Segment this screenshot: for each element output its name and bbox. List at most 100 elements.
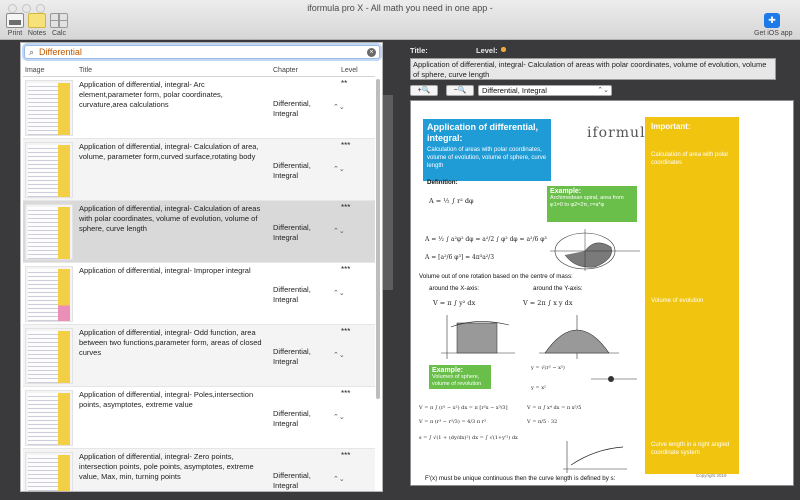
printer-icon bbox=[6, 13, 24, 28]
notes-button[interactable]: Notes bbox=[25, 13, 49, 37]
level-label: Level: bbox=[476, 46, 498, 55]
get-ios-app-label: Get iOS app bbox=[754, 30, 793, 37]
svg-text:V = π (r³ − r³/3) = 4/3 π r³: V = π (r³ − r³/3) = 4/3 π r³ bbox=[419, 418, 486, 425]
row-chapter: Differential, Integral bbox=[273, 161, 311, 180]
list-scrollbar[interactable] bbox=[376, 79, 380, 399]
volume-y-formula: V = 2π ∫ x y dx bbox=[523, 299, 573, 307]
svg-text:A = ½ ∫ a²φ² dφ = a²/2 ∫ φ² dφ: A = ½ ∫ a²φ² dφ = a²/2 ∫ φ² dφ = a²/6 φ³ bbox=[425, 236, 547, 243]
table-row[interactable]: Application of differential, integral- C… bbox=[23, 139, 375, 201]
chevron-updown-icon[interactable]: ⌃⌄ bbox=[333, 289, 345, 297]
formula-thumbnail bbox=[25, 452, 73, 491]
document-subheading: Calculation of areas with polar coordina… bbox=[427, 147, 547, 169]
around-x-label: around the X-axis: bbox=[429, 285, 480, 292]
row-level: *** bbox=[341, 327, 351, 336]
example-title: Example: bbox=[550, 188, 582, 195]
chapter-select[interactable]: Differential, Integral ⌃⌄ bbox=[478, 85, 612, 96]
row-title: Application of differential, integral- C… bbox=[79, 204, 261, 233]
column-header-chapter[interactable]: Chapter bbox=[273, 67, 298, 74]
chevron-updown-icon[interactable]: ⌃⌄ bbox=[333, 475, 345, 483]
svg-text:s = ∫ √(1 + (dy/dx)²) dx = ∫ √: s = ∫ √(1 + (dy/dx)²) dx = ∫ √(1+y'²) dx bbox=[419, 434, 518, 441]
row-level: *** bbox=[341, 203, 351, 212]
row-title: Application of differential, integral- I… bbox=[79, 266, 251, 275]
table-row[interactable]: Application of differential, integral- Z… bbox=[23, 449, 375, 491]
row-title: Application of differential, integral- A… bbox=[79, 80, 223, 109]
search-field[interactable]: ⌕ × bbox=[24, 45, 380, 59]
row-chapter: Differential, Integral bbox=[273, 223, 311, 242]
zoom-out-button[interactable]: −🔍 bbox=[446, 85, 474, 96]
document-heading: Application of differential, integral: bbox=[427, 122, 539, 143]
column-header-level[interactable]: Level bbox=[341, 67, 358, 74]
important-column: Important: Calculation of area with pola… bbox=[645, 117, 739, 474]
svg-text:y = x²: y = x² bbox=[531, 385, 546, 391]
volume-x-formula: V = π ∫ y² dx bbox=[433, 299, 476, 307]
calc-label: Calc bbox=[51, 30, 66, 37]
detail-title: Application of differential, integral- C… bbox=[410, 58, 776, 80]
important-item: Curve length in a right angled coordinat… bbox=[651, 442, 730, 456]
curve-length-graph bbox=[563, 441, 627, 473]
chevron-updown-icon[interactable]: ⌃⌄ bbox=[333, 413, 345, 421]
svg-text:y = √(r² − x²): y = √(r² − x²) bbox=[531, 364, 565, 371]
chevron-updown-icon[interactable]: ⌃⌄ bbox=[333, 103, 345, 111]
formula-thumbnail bbox=[25, 266, 73, 322]
example-text: Archimedean spiral, area from φ1=0 to φ2… bbox=[550, 195, 624, 208]
document-heading-box: Application of differential, integral: C… bbox=[423, 119, 551, 181]
formula-thumbnail bbox=[25, 328, 73, 384]
search-icon: ⌕ bbox=[29, 47, 35, 57]
table-row[interactable]: Application of differential, integral- P… bbox=[23, 387, 375, 449]
zoom-in-label: + bbox=[417, 87, 422, 94]
toolbar: iformula pro X - All math you need in on… bbox=[0, 0, 800, 40]
formula-thumbnail bbox=[25, 142, 73, 198]
clear-search-icon[interactable]: × bbox=[367, 48, 376, 57]
chevron-updown-icon[interactable]: ⌃⌄ bbox=[333, 351, 345, 359]
background-window bbox=[383, 95, 393, 290]
important-item: Calculation of area with polar coordinat… bbox=[651, 152, 729, 166]
svg-text:V = π ∫ (r² − x²) dx = π [r²x: V = π ∫ (r² − x²) dx = π [r²x − x³/3] bbox=[419, 404, 508, 411]
row-title: Application of differential, integral- P… bbox=[79, 390, 254, 409]
row-level: *** bbox=[341, 265, 351, 274]
print-button[interactable]: Print bbox=[3, 13, 27, 37]
row-title: Application of differential, integral- O… bbox=[79, 328, 262, 357]
notes-label: Notes bbox=[27, 30, 47, 37]
chevron-updown-icon[interactable]: ⌃⌄ bbox=[333, 227, 345, 235]
svg-text:V = π ∫ x⁴ dx = π x⁵/5: V = π ∫ x⁴ dx = π x⁵/5 bbox=[526, 405, 581, 411]
table-row[interactable]: Application of differential, integral- O… bbox=[23, 325, 375, 387]
row-chapter: Differential, Integral bbox=[273, 99, 311, 118]
window-title: iformula pro X - All math you need in on… bbox=[307, 3, 493, 13]
row-chapter: Differential, Integral bbox=[273, 347, 311, 366]
row-level: *** bbox=[341, 141, 351, 150]
example2-text: Volumen of sphere, volume of revolution bbox=[432, 374, 482, 387]
copyright: Copyright 2018 bbox=[696, 473, 727, 478]
row-title: Application of differential, integral- Z… bbox=[79, 452, 254, 481]
notes-icon bbox=[28, 13, 46, 28]
svg-text:V = π/5 · 32: V = π/5 · 32 bbox=[526, 419, 557, 425]
row-title: Application of differential, integral- C… bbox=[79, 142, 259, 161]
table-row[interactable]: Application of differential, integral- A… bbox=[23, 77, 375, 139]
formula-table: Application of differential, integral- A… bbox=[23, 77, 375, 491]
area-formula: A = ½ ∫ r² dφ bbox=[429, 197, 474, 205]
column-header-image[interactable]: Image bbox=[25, 67, 44, 74]
table-header: Image Title Chapter Level bbox=[23, 65, 375, 77]
zoom-in-button[interactable]: +🔍 bbox=[410, 85, 438, 96]
row-level: *** bbox=[341, 389, 351, 398]
title-label: Title: bbox=[410, 46, 428, 55]
important-title: Important: bbox=[651, 122, 691, 131]
calc-button[interactable]: Calc bbox=[47, 13, 71, 37]
search-input[interactable] bbox=[39, 46, 359, 58]
chapter-select-value: Differential, Integral bbox=[482, 86, 547, 95]
rotation-x-graph bbox=[441, 315, 515, 359]
sphere-graph: y = √(r² − x²) y = x² bbox=[531, 364, 637, 391]
column-header-title[interactable]: Title bbox=[79, 67, 92, 74]
chevron-updown-icon[interactable]: ⌃⌄ bbox=[333, 165, 345, 173]
table-row[interactable]: Application of differential, integral- I… bbox=[23, 263, 375, 325]
volume-rotation-text: Volume out of one rotation based on the … bbox=[419, 273, 573, 280]
svg-text:A = [a²/6 φ³] = 4π³a²/3: A = [a²/6 φ³] = 4π³a²/3 bbox=[425, 254, 494, 261]
rotation-y-graph bbox=[539, 315, 619, 359]
get-ios-app-button[interactable]: ✚ Get iOS app bbox=[754, 13, 793, 37]
formula-thumbnail bbox=[25, 204, 73, 260]
row-chapter: Differential, Integral bbox=[273, 471, 311, 490]
calculator-icon bbox=[50, 13, 68, 28]
formula-thumbnail bbox=[25, 390, 73, 446]
table-row-selected[interactable]: Application of differential, integral- C… bbox=[23, 201, 375, 263]
row-level: ** bbox=[341, 79, 348, 88]
example-box-sphere: Example: Volumen of sphere, volume of re… bbox=[429, 365, 491, 389]
